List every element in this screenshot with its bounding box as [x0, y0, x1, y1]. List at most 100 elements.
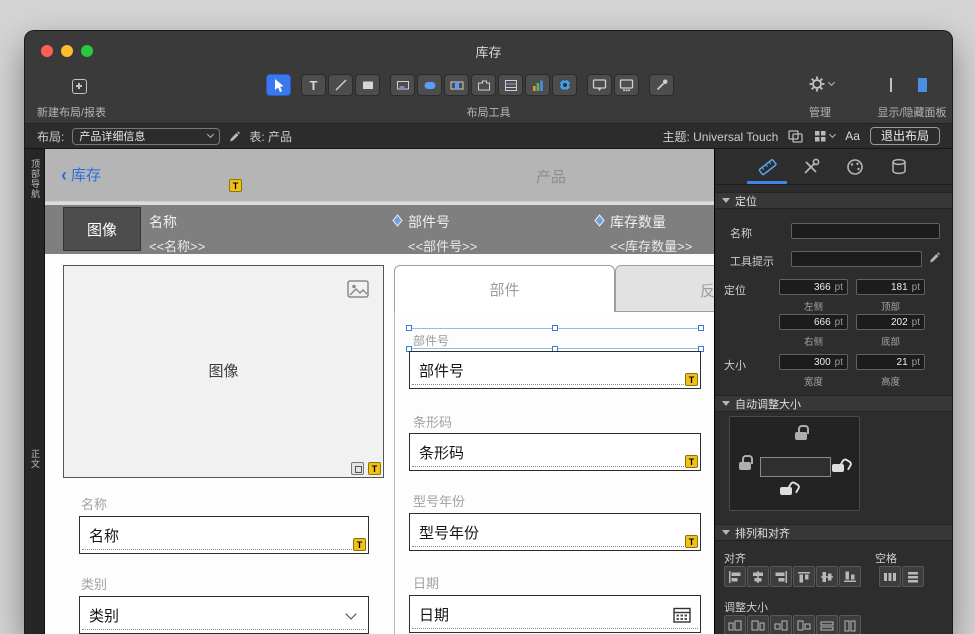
category-field-label[interactable]: 类别: [81, 574, 107, 593]
left-panel-toggle-icon[interactable]: [880, 78, 899, 92]
year-field-label[interactable]: 型号年份: [413, 491, 465, 510]
select-tool-button[interactable]: [266, 74, 291, 96]
line-tool-button[interactable]: [328, 74, 353, 96]
inspector-tab-tools[interactable]: [789, 152, 833, 182]
resize-largest-width-button[interactable]: [747, 615, 769, 634]
anchor-right-lock-icon[interactable]: [831, 457, 846, 472]
grid-menu-button[interactable]: [814, 130, 835, 143]
align-center-h-button[interactable]: [747, 566, 769, 587]
name-column-label: 名称: [149, 212, 205, 232]
tab-parts[interactable]: 部件: [394, 265, 615, 312]
image-header-cell[interactable]: 图像: [63, 207, 141, 251]
resize-smallest-width-button[interactable]: [724, 615, 746, 634]
slide-control-tool-button[interactable]: [614, 74, 639, 96]
width-input[interactable]: 300pt: [779, 354, 848, 370]
resize-smallest-height-button[interactable]: [770, 615, 792, 634]
align-left-button[interactable]: [724, 566, 746, 587]
button-bar-tool-button[interactable]: [444, 74, 469, 96]
web-viewer-tool-button[interactable]: [552, 74, 577, 96]
position-right-input[interactable]: 666pt: [779, 314, 848, 330]
text-format-button[interactable]: Aa: [845, 129, 860, 143]
gear-icon: [809, 76, 825, 92]
anchor-top-lock-icon[interactable]: [794, 425, 809, 440]
layout-title-text[interactable]: 产品: [451, 166, 651, 187]
field-tool-button[interactable]: [390, 74, 415, 96]
barcode-field-label[interactable]: 条形码: [413, 412, 452, 431]
name-header-cell[interactable]: 名称 <<名称>>: [149, 212, 205, 255]
toolbar-captions: 新建布局/报表 布局工具 管理 显示/隐藏面板: [25, 101, 952, 123]
name-field-label[interactable]: 名称: [81, 494, 107, 513]
position-bottom-input[interactable]: 202pt: [856, 314, 925, 330]
barcode-field[interactable]: 条形码 T: [409, 433, 701, 471]
chart-icon: [531, 79, 545, 92]
tab-second-label: 反: [700, 280, 714, 301]
titlebar[interactable]: 库存: [25, 31, 952, 71]
date-field-label[interactable]: 日期: [413, 573, 439, 592]
inspector-tab-data[interactable]: [877, 152, 921, 182]
app-window: 库存 T: [24, 30, 953, 634]
tab-control-tool-button[interactable]: [471, 74, 496, 96]
anchor-left-lock-icon[interactable]: [738, 455, 753, 470]
image-field[interactable]: 图像 T: [63, 265, 384, 478]
main-area: 顶部导航 正文 ‹ 库存 T 产品 图像 名称 <<名称>>: [25, 149, 952, 634]
text-tool-button[interactable]: T: [301, 74, 326, 96]
section-header-autosize[interactable]: 自动调整大小: [715, 395, 952, 412]
date-field[interactable]: 日期: [409, 595, 701, 633]
resize-match-height-button[interactable]: [839, 615, 861, 634]
stock-qty-header-cell[interactable]: 库存数量 <<库存数量>>: [610, 212, 692, 255]
exit-layout-button[interactable]: 退出布局: [870, 127, 940, 145]
back-button[interactable]: ‹ 库存: [61, 164, 101, 185]
position-top-input[interactable]: 181pt: [856, 279, 925, 295]
portal-tool-button[interactable]: [498, 74, 523, 96]
right-panel-toggle-icon[interactable]: [908, 78, 927, 92]
object-name-input[interactable]: [791, 223, 940, 239]
selection-handle[interactable]: [406, 325, 412, 331]
part-label-body[interactable]: 正文: [29, 449, 42, 469]
width-caption: 宽度: [779, 374, 848, 388]
format-painter-tool-button[interactable]: [649, 74, 674, 96]
layout-canvas[interactable]: ‹ 库存 T 产品 图像 名称 <<名称>> 部件号 <<部件号>>: [45, 149, 714, 634]
section-header-position[interactable]: 定位: [715, 192, 952, 209]
align-right-button[interactable]: [770, 566, 792, 587]
year-field[interactable]: 型号年份 T: [409, 513, 701, 551]
height-input[interactable]: 21pt: [856, 354, 925, 370]
shape-tool-button[interactable]: [355, 74, 380, 96]
chart-tool-button[interactable]: [525, 74, 550, 96]
part-number-header-cell[interactable]: 部件号 <<部件号>>: [408, 212, 477, 255]
tooltip-input[interactable]: [791, 251, 922, 267]
part-number-field-label[interactable]: 部件号: [413, 332, 449, 349]
align-top-button[interactable]: [793, 566, 815, 587]
theme-swatch-button[interactable]: [788, 130, 804, 143]
align-bottom-button[interactable]: [839, 566, 861, 587]
selection-handle[interactable]: [552, 325, 558, 331]
dropdown-chevron-icon: [345, 608, 356, 619]
edit-tooltip-button[interactable]: [928, 251, 941, 264]
button-tool-button[interactable]: [417, 74, 442, 96]
popover-tool-button[interactable]: [587, 74, 612, 96]
manage-menu-button[interactable]: [809, 76, 834, 92]
tab-second[interactable]: 反: [615, 265, 714, 312]
selection-bounds[interactable]: 部件号: [409, 328, 701, 349]
selection-handle[interactable]: [698, 325, 704, 331]
layout-selector[interactable]: 产品详细信息: [72, 128, 220, 145]
part-label-top-nav[interactable]: 顶部导航: [29, 159, 42, 199]
inspector-tab-appearance[interactable]: [833, 152, 877, 182]
sort-icon[interactable]: [594, 214, 605, 227]
section-header-arrange[interactable]: 排列和对齐: [715, 524, 952, 541]
sort-icon[interactable]: [392, 214, 403, 227]
new-layout-button[interactable]: [67, 75, 92, 97]
align-middle-v-button[interactable]: [816, 566, 838, 587]
right-value: 666: [814, 317, 831, 328]
position-left-input[interactable]: 366pt: [779, 279, 848, 295]
table-label: 表: 产品: [249, 128, 292, 145]
name-field[interactable]: 名称 T: [79, 516, 369, 554]
inspector-tab-position[interactable]: [745, 152, 789, 182]
resize-match-width-button[interactable]: [816, 615, 838, 634]
space-vertical-button[interactable]: [902, 566, 924, 587]
resize-largest-height-button[interactable]: [793, 615, 815, 634]
part-number-field[interactable]: 部件号 T: [409, 351, 701, 389]
edit-layout-button[interactable]: [228, 130, 241, 143]
category-field[interactable]: 类别: [79, 596, 369, 634]
anchor-bottom-lock-icon[interactable]: [779, 480, 794, 495]
space-horizontal-button[interactable]: [879, 566, 901, 587]
